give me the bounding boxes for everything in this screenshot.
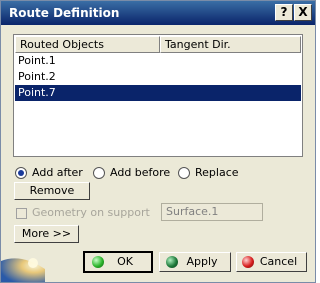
geometry-on-support-label: Geometry on support (32, 206, 150, 219)
route-definition-dialog: Route Definition ? X Routed Objects Tang… (0, 0, 316, 283)
radio-icon (178, 167, 190, 179)
support-field[interactable]: Surface.1 (161, 203, 263, 221)
replace-label: Replace (195, 166, 239, 179)
add-after-label: Add after (32, 166, 83, 179)
list-item[interactable]: Point.7 (15, 85, 301, 101)
help-button[interactable]: ? (275, 4, 293, 21)
close-button[interactable]: X (294, 4, 312, 21)
ok-button[interactable]: OK (83, 251, 153, 273)
dialog-title: Route Definition (9, 6, 120, 20)
ok-label: OK (117, 255, 133, 268)
remove-button[interactable]: Remove (14, 182, 90, 200)
column-header-routed-objects[interactable]: Routed Objects (15, 36, 160, 53)
green-ball-icon (166, 256, 178, 268)
apply-button[interactable]: Apply (159, 252, 231, 272)
more-button[interactable]: More >> (14, 225, 79, 243)
column-header-tangent-dir[interactable]: Tangent Dir. (160, 36, 301, 53)
list-item[interactable]: Point.2 (15, 69, 301, 85)
geometry-on-support-checkbox[interactable] (16, 208, 27, 219)
list-item[interactable]: Point.1 (15, 53, 301, 69)
radio-selected-icon (15, 167, 27, 179)
cancel-button[interactable]: Cancel (236, 252, 307, 272)
add-before-label: Add before (110, 166, 171, 179)
catia-logo-icon (1, 247, 45, 282)
green-ball-icon (92, 256, 104, 268)
routed-objects-list[interactable]: Routed Objects Tangent Dir. Point.1 Poin… (13, 34, 303, 157)
red-ball-icon (242, 256, 254, 268)
apply-label: Apply (186, 255, 218, 268)
title-bar[interactable]: Route Definition ? X (1, 1, 315, 25)
radio-icon (93, 167, 105, 179)
